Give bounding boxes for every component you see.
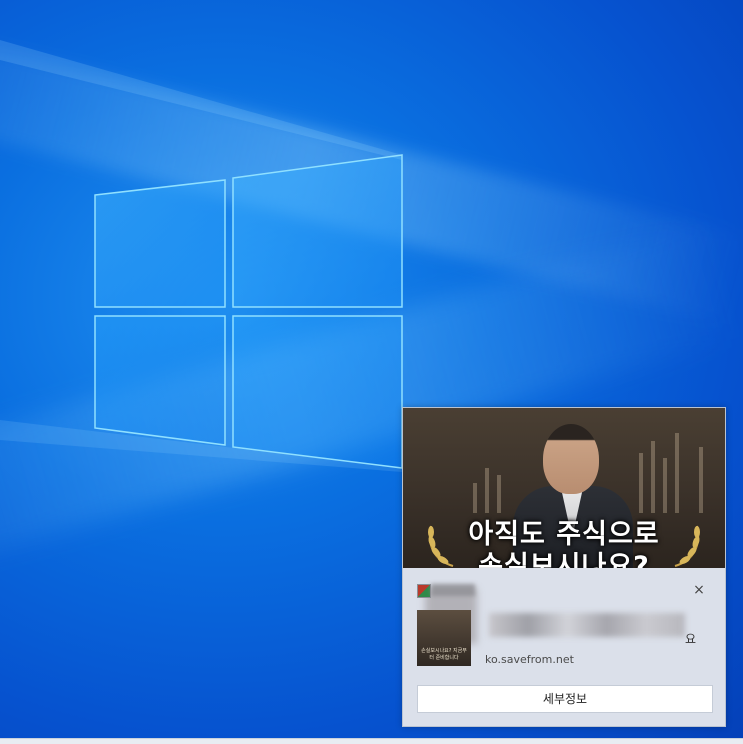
thumbnail-text: 손실보시나요? 지금부터 준비합니다 [421, 648, 467, 661]
notification-toast[interactable]: 아직도 주식으로 손실보시나요? × 손실보시나요? 지금부터 준비합니다 요 … [402, 407, 726, 727]
notification-title-suffix: 요 [685, 632, 697, 646]
taskbar-edge [0, 738, 743, 744]
details-button[interactable]: 세부정보 [417, 685, 713, 713]
app-icon [417, 584, 431, 598]
notification-source: ko.savefrom.net [485, 653, 574, 666]
person-head [543, 424, 599, 494]
notification-hero-image: 아직도 주식으로 손실보시나요? [403, 408, 725, 568]
blurred-app-name [431, 584, 475, 596]
blurred-notification-title [489, 613, 685, 637]
notification-thumbnail: 손실보시나요? 지금부터 준비합니다 [417, 610, 471, 666]
hero-headline-line2: 손실보시나요? [478, 551, 650, 568]
close-button[interactable]: × [691, 582, 707, 598]
